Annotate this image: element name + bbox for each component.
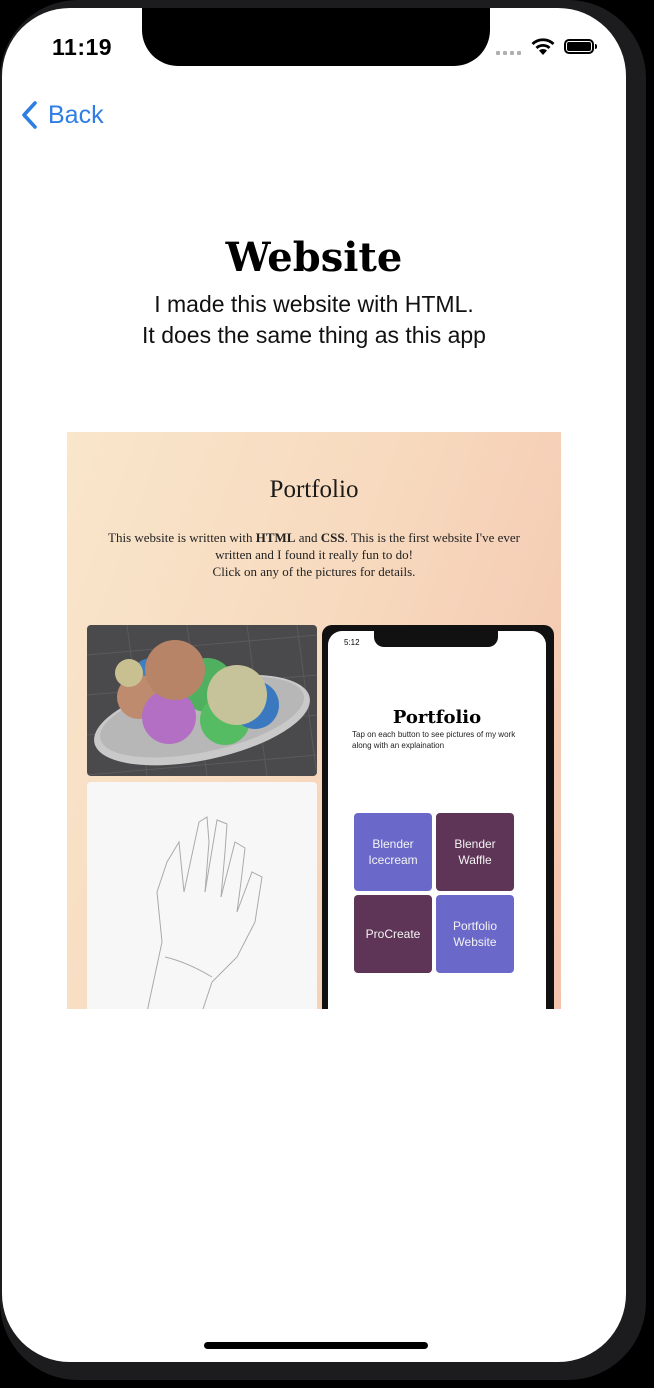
subtitle-line-2: It does the same thing as this app [142, 322, 486, 348]
app-description: Tap on each button to see pictures of my… [352, 730, 516, 750]
preview-description: This website is written with HTML and CS… [108, 530, 520, 579]
page-title: Website [225, 234, 403, 281]
hand-drawing-thumbnail [87, 782, 317, 1009]
app-button-portfolio-website: Portfolio Website [436, 895, 514, 973]
home-indicator[interactable] [204, 1342, 428, 1349]
icecream-render-thumbnail [87, 625, 317, 776]
back-button[interactable]: Back [20, 100, 104, 130]
wifi-icon [530, 36, 556, 61]
app-screenshot-thumbnail: 5:12 Portfolio Tap on each button to see… [322, 625, 554, 1009]
notch [142, 8, 490, 66]
app-button-blender-icecream: Blender Icecream [354, 813, 432, 891]
status-time: 11:19 [52, 34, 113, 60]
phone-device: 11:19 Back Website I made this website w… [0, 0, 654, 1388]
app-screen: 5:12 Portfolio Tap on each button to see… [328, 631, 546, 1009]
preview-title: Portfolio [269, 476, 359, 503]
app-notch [374, 631, 498, 647]
subtitle-line-1: I made this website with HTML. [154, 291, 474, 317]
app-title: Portfolio [392, 707, 482, 728]
app-time: 5:12 [344, 638, 360, 647]
app-button-procreate: ProCreate [354, 895, 432, 973]
website-screenshot: Portfolio This website is written with H… [67, 432, 561, 1009]
screen: 11:19 Back Website I made this website w… [2, 8, 626, 1362]
back-label: Back [48, 100, 104, 129]
chevron-left-icon [22, 101, 37, 129]
signal-icon [496, 51, 521, 55]
battery-icon [564, 39, 597, 54]
app-button-blender-waffle: Blender Waffle [436, 813, 514, 891]
